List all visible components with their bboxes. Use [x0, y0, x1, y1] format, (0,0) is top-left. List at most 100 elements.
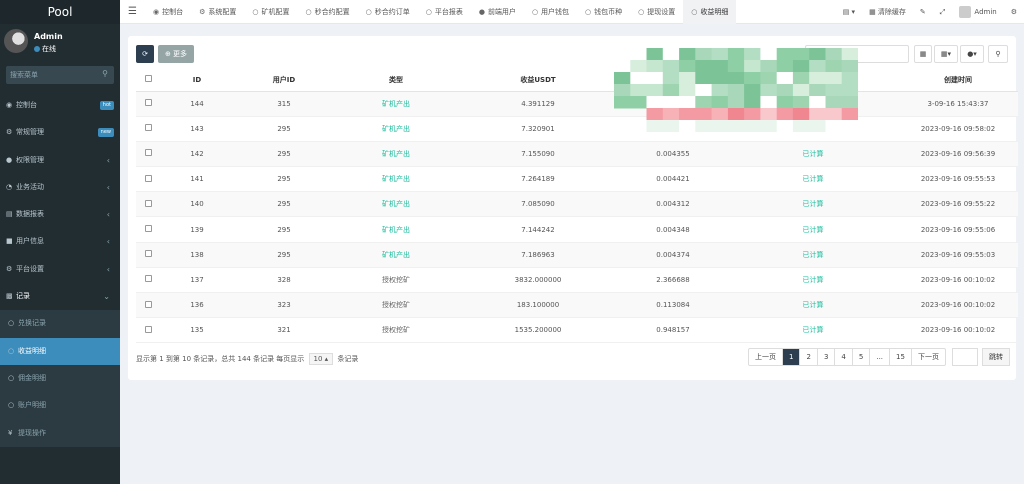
row-checkbox[interactable] — [136, 91, 160, 117]
column-id[interactable]: ID — [160, 69, 234, 92]
clear-cache-button[interactable]: ▦ 清除缓存 — [862, 7, 913, 17]
mosaic-block — [744, 72, 761, 85]
tab-wallet-coins[interactable]: ○ 钱包币种 — [577, 0, 630, 24]
page-button[interactable]: 1 — [783, 349, 801, 365]
sidebar-search-input[interactable] — [6, 66, 104, 84]
sidebar-item-dashboard[interactable]: ◉ 控制台 hot — [0, 92, 120, 119]
tab-platform-reports[interactable]: ○ 平台报表 — [418, 0, 471, 24]
table-row[interactable]: 136 323 授权挖矿 183.100000 0.113084 已计算 2023-09-1… — [136, 292, 1018, 319]
tab-contract-orders[interactable]: ○ 秒合约订单 — [358, 0, 418, 24]
row-checkbox[interactable] — [136, 317, 160, 344]
row-checkbox[interactable] — [136, 141, 160, 168]
hot-badge: hot — [99, 101, 114, 110]
mosaic-block — [679, 96, 696, 109]
cell-user-id: 328 — [234, 267, 334, 294]
jump-page-input[interactable] — [952, 348, 978, 366]
column-type[interactable]: 类型 — [334, 69, 458, 92]
mosaic-block — [614, 96, 631, 109]
sidebar-item-exchange-records[interactable]: ○ 兑换记录 — [0, 310, 120, 338]
sidebar-item-withdraw[interactable]: ¥ 提现操作 — [0, 419, 120, 447]
cell-user-id: 323 — [234, 292, 334, 319]
mosaic-block — [711, 72, 729, 85]
table-row[interactable]: 142 295 矿机产出 7.155090 0.004355 已计算 2023-09-16 … — [136, 141, 1018, 168]
sidebar-item-platform[interactable]: ⚙ 平台设置 ‹ — [0, 256, 120, 283]
new-badge: new — [97, 128, 114, 138]
column-created-time[interactable]: 创建时间 — [898, 69, 1018, 92]
tab-menu-dropdown[interactable]: ▤ ▾ — [836, 8, 862, 16]
row-checkbox[interactable] — [136, 242, 160, 268]
cell-type: 授权挖矿 — [334, 292, 458, 319]
mosaic-block — [679, 72, 696, 85]
more-button[interactable]: ⊕ 更多 — [158, 45, 194, 63]
row-checkbox[interactable] — [136, 191, 160, 218]
table-row[interactable]: 144315矿机产出4.3911290.00263-09-16 15:43:37 — [136, 91, 1018, 117]
sidebar-item-users[interactable]: ■ 用户信息 ‹ — [0, 228, 120, 255]
tab-income-details[interactable]: ○ 收益明细 — [683, 0, 737, 24]
search-icon[interactable]: ⚲ — [102, 69, 108, 78]
settings-icon[interactable]: ⚙ — [1004, 8, 1024, 16]
summary-text: 显示第 1 到第 10 条记录，总共 144 条记录 每页显示 — [136, 355, 305, 363]
online-dot-icon — [34, 46, 40, 52]
cell-status: 已计算 — [728, 267, 898, 294]
row-checkbox[interactable] — [136, 166, 160, 193]
cell-type: 矿机产出 — [334, 242, 458, 268]
tab-withdraw-settings[interactable]: ○ 提现设置 — [630, 0, 683, 24]
row-checkbox[interactable] — [136, 292, 160, 319]
page-button[interactable]: 2 — [800, 349, 818, 365]
mosaic-block — [825, 120, 843, 132]
table-row[interactable]: 143295矿机产出7.3209010.00442023-09-16 09:58… — [136, 116, 1018, 142]
tab-contract-config[interactable]: ○ 秒合约配置 — [298, 0, 358, 24]
table-row[interactable]: 137 328 授权挖矿 3832.000000 2.366688 已计算 2023-09-… — [136, 267, 1018, 294]
sidebar-item-general[interactable]: ⚙ 常规管理 new — [0, 119, 120, 146]
sidebar-item-reports[interactable]: ▤ 数据报表 ‹ — [0, 201, 120, 228]
menu-toggle-icon[interactable]: ☰ — [128, 0, 137, 24]
table-row[interactable]: 141 295 矿机产出 7.264189 0.004421 已计算 2023-09-16 … — [136, 166, 1018, 193]
sidebar-item-records[interactable]: ▩ 记录 ⌄ — [0, 283, 120, 310]
mosaic-block — [711, 96, 729, 109]
page-button[interactable]: 3 — [818, 349, 836, 365]
next-page-button[interactable]: 下一页 — [912, 349, 945, 365]
refresh-button[interactable]: ⟳ — [136, 45, 154, 63]
table-row[interactable]: 140 295 矿机产出 7.085090 0.004312 已计算 2023-09-16 … — [136, 191, 1018, 218]
tab-frontend-users[interactable]: ● 前端用户 — [471, 0, 524, 24]
search-button[interactable]: ⚲ — [988, 45, 1008, 63]
sidebar-item-commission-details[interactable]: ○ 佣金明细 — [0, 364, 120, 393]
select-all-checkbox[interactable] — [136, 69, 160, 92]
table-row[interactable]: 135 321 授权挖矿 1535.200000 0.948157 已计算 2023-09-… — [136, 317, 1018, 344]
sidebar-item-label: 佣金明细 — [18, 373, 46, 382]
row-checkbox[interactable] — [136, 116, 160, 142]
prev-page-button[interactable]: 上一页 — [749, 349, 783, 365]
mosaic-block — [614, 72, 631, 85]
tab-user-wallets[interactable]: ○ 用户钱包 — [524, 0, 577, 24]
sidebar-item-activities[interactable]: ◔ 业务活动 ‹ — [0, 174, 120, 201]
page-button[interactable]: 5 — [853, 349, 871, 365]
row-checkbox[interactable] — [136, 267, 160, 294]
cell-created-time: 2023-09-16 09:55:53 — [898, 166, 1018, 193]
sidebar-item-income-details[interactable]: ○ 收益明细 — [0, 337, 120, 365]
table-row[interactable]: 138 295 矿机产出 7.186963 0.004374 已计算 2023-09-16 … — [136, 242, 1018, 268]
column-user-id[interactable]: 用户ID — [234, 69, 334, 92]
columns-button[interactable]: ▦▾ — [934, 45, 958, 63]
export-button[interactable]: ●▾ — [960, 45, 984, 63]
mosaic-block — [776, 108, 794, 121]
app-logo[interactable]: Pool — [0, 0, 120, 24]
tab-dashboard[interactable]: ◉ 控制台 — [145, 0, 191, 24]
tab-label: 平台报表 — [434, 8, 463, 16]
row-checkbox[interactable] — [136, 216, 160, 243]
page-button[interactable]: 4 — [835, 349, 853, 365]
column-income-usdt[interactable]: 收益USDT — [458, 69, 618, 92]
tab-miner-config[interactable]: ○ 矿机配置 — [244, 0, 297, 24]
translate-icon[interactable]: ✎ — [913, 8, 933, 16]
page-button[interactable]: 15 — [890, 349, 912, 365]
cell-type: 矿机产出 — [334, 91, 458, 117]
toggle-view-button[interactable]: ▦ — [914, 45, 932, 63]
sidebar-item-account-details[interactable]: ○ 账户明细 — [0, 392, 120, 420]
page-size-select[interactable]: 10 ▴ — [308, 353, 334, 365]
jump-button[interactable]: 跳转 — [982, 348, 1010, 366]
fullscreen-icon[interactable]: ⤢ — [933, 8, 953, 17]
table-row[interactable]: 139 295 矿机产出 7.144242 0.004348 已计算 2023-09-16 … — [136, 216, 1018, 243]
cell-created-time: 3-09-16 15:43:37 — [898, 91, 1018, 117]
admin-menu[interactable]: Admin — [952, 6, 1003, 18]
sidebar-item-permissions[interactable]: ● 权限管理 ‹ — [0, 147, 120, 174]
tab-system-config[interactable]: ⚙ 系统配置 — [191, 0, 244, 24]
